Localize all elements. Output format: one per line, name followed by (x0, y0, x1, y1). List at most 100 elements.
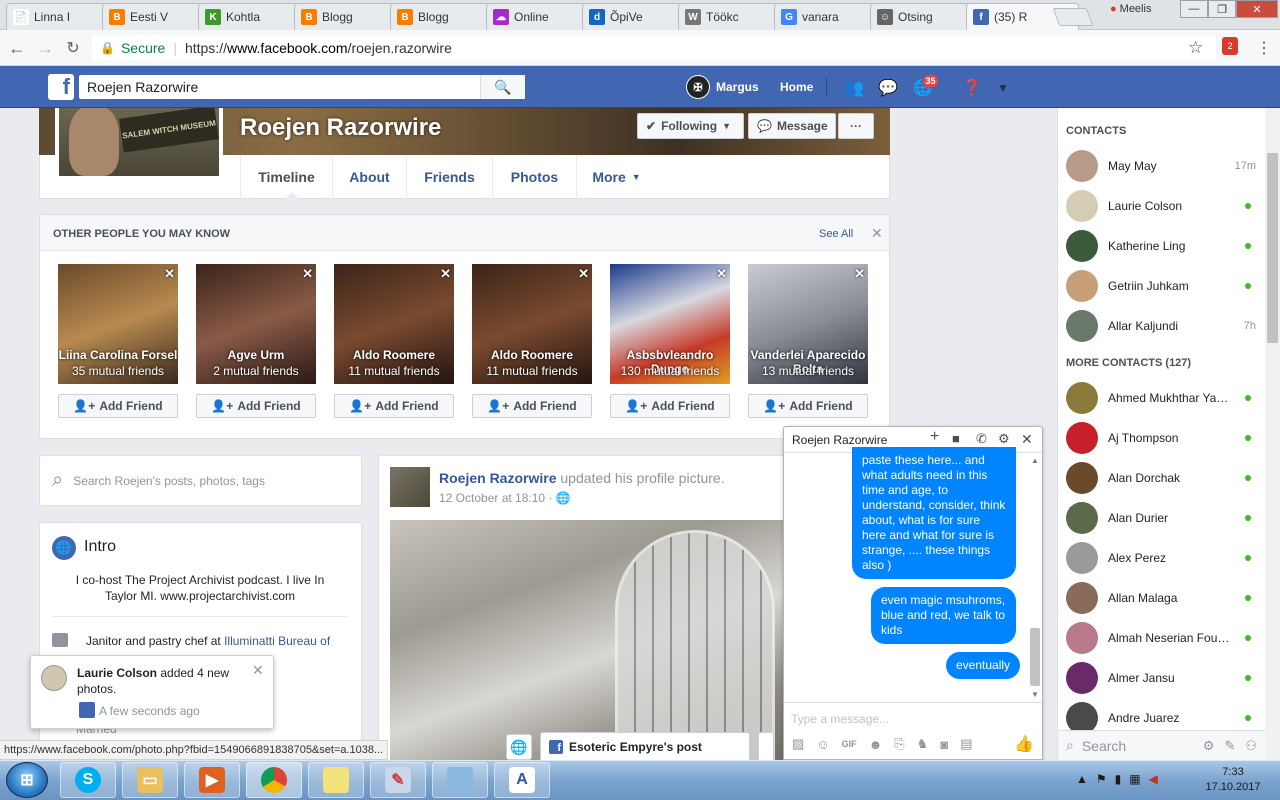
close-icon[interactable]: ✕ (716, 266, 727, 282)
contact-item[interactable]: Allar Kaljundi 7h (1066, 308, 1256, 344)
home-link[interactable]: Home (780, 80, 813, 94)
pymk-card[interactable]: ✕ Asbsbvleandro Dungo 130 mutual friends (610, 264, 730, 384)
post-author-link[interactable]: Roejen Razorwire (439, 470, 556, 486)
message-button[interactable]: 💬 Message (748, 113, 836, 139)
pymk-mutual[interactable]: 130 mutual friends (610, 364, 730, 378)
add-friend-button[interactable]: 👤+ Add Friend (334, 394, 454, 418)
pymk-mutual[interactable]: 13 mutual friends (748, 364, 868, 378)
chat-tab-esoteric[interactable]: f Esoteric Empyre's post (540, 732, 750, 762)
notepad-icon[interactable] (432, 762, 488, 798)
close-icon[interactable]: ✕ (1021, 431, 1033, 448)
globe-icon[interactable]: 🌐 (506, 734, 532, 760)
add-friend-button[interactable]: 👤+ Add Friend (196, 394, 316, 418)
show-hidden-icons-icon[interactable]: ▲ (1076, 772, 1088, 786)
add-friend-button[interactable]: 👤+ Add Friend (748, 394, 868, 418)
facebook-logo-icon[interactable]: f (48, 74, 74, 100)
contact-item[interactable]: Laurie Colson (1066, 188, 1256, 224)
scroll-down-icon[interactable]: ▼ (1031, 690, 1039, 699)
chat-message-input[interactable]: Type a message... (791, 712, 889, 726)
address-bar[interactable]: 🔒 Secure | https://www.facebook.com/roej… (92, 35, 1216, 61)
gif-icon[interactable]: GIF (842, 739, 857, 749)
user-profile-link[interactable]: ✠ Margus (686, 75, 759, 99)
close-icon[interactable]: ✕ (302, 266, 313, 282)
add-friend-button[interactable]: 👤+ Add Friend (472, 394, 592, 418)
close-icon[interactable]: ✕ (164, 266, 175, 282)
camera-icon[interactable]: ◙ (940, 737, 948, 752)
pymk-mutual[interactable]: 35 mutual friends (58, 364, 178, 378)
contact-item[interactable]: Aj Thompson (1066, 420, 1256, 456)
media-player-icon[interactable]: ▶ (184, 762, 240, 798)
more-options-button[interactable]: ··· (838, 113, 874, 139)
contact-item[interactable]: Alan Durier (1066, 500, 1256, 536)
voice-call-icon[interactable]: ✆ (976, 431, 987, 447)
search-icon[interactable]: 🔍 (480, 75, 525, 99)
close-icon[interactable]: ✕ (871, 225, 883, 242)
attach-icon[interactable]: ⎘ (894, 736, 904, 752)
profile-search-input[interactable]: ⌕ Search Roejen's posts, photos, tags (39, 455, 362, 506)
contact-item[interactable]: Almer Jansu (1066, 660, 1256, 696)
new-tab-button[interactable] (1052, 8, 1094, 26)
add-person-icon[interactable]: + (930, 428, 939, 446)
contact-item[interactable]: Allan Malaga (1066, 580, 1256, 616)
sticky-notes-icon[interactable] (308, 762, 364, 798)
chat-scroll-thumb[interactable] (1030, 628, 1040, 686)
sticker-icon[interactable]: ☺ (816, 737, 829, 752)
battery-icon[interactable]: ▮ (1115, 772, 1122, 786)
paint-icon[interactable]: ✎ (370, 762, 426, 798)
like-icon[interactable]: 👍 (1014, 734, 1034, 754)
contact-item[interactable]: Almah Neserian Fouch (1066, 620, 1256, 656)
tab-friends[interactable]: Friends (406, 155, 492, 199)
start-button[interactable]: ⊞ (6, 762, 48, 798)
bookmark-star-icon[interactable]: ☆ (1188, 38, 1203, 58)
volume-icon[interactable]: ◀ (1149, 772, 1158, 786)
page-scroll-thumb[interactable] (1267, 153, 1278, 343)
close-icon[interactable]: ✕ (252, 662, 264, 679)
scroll-up-icon[interactable]: ▲ (1031, 456, 1039, 465)
see-all-link[interactable]: See All (819, 228, 853, 240)
pymk-name[interactable]: Liina Carolina Forsel (58, 348, 178, 362)
file-explorer-icon[interactable]: ▭ (122, 762, 178, 798)
post-timestamp[interactable]: 12 October at 18:10 · 🌐 (439, 491, 571, 505)
post-author-avatar[interactable] (390, 467, 430, 507)
browser-profile[interactable]: ● Meelis (1110, 0, 1176, 18)
group-icon[interactable]: ⚇ (1245, 738, 1257, 754)
post-image[interactable] (390, 520, 788, 765)
contact-item[interactable]: Katherine Ling (1066, 228, 1256, 264)
wordpad-icon[interactable]: A (494, 762, 550, 798)
close-icon[interactable]: ✕ (854, 266, 865, 282)
settings-gear-icon[interactable]: ⚙ (998, 431, 1010, 447)
tab-about[interactable]: About (332, 155, 406, 199)
tab-more[interactable]: More ▼ (576, 155, 656, 199)
compose-icon[interactable]: ✎ (1224, 738, 1235, 754)
pymk-mutual[interactable]: 11 mutual friends (472, 364, 592, 378)
following-button[interactable]: ✔ Following ▼ (637, 113, 744, 139)
friend-requests-icon[interactable]: 👥 (843, 77, 865, 99)
reload-icon[interactable]: ↻ (62, 37, 84, 59)
skype-icon[interactable]: S (60, 762, 116, 798)
add-friend-button[interactable]: 👤+ Add Friend (58, 394, 178, 418)
settings-gear-icon[interactable]: ⚙ (1203, 738, 1215, 754)
close-icon[interactable]: ✕ (578, 266, 589, 282)
profile-name[interactable]: Roejen Razorwire (240, 114, 441, 142)
job-link[interactable]: Illuminatti Bureau of (224, 634, 330, 648)
forward-icon[interactable]: → (34, 37, 56, 59)
game-icon[interactable]: ♞ (917, 736, 929, 752)
pymk-card[interactable]: ✕ Vanderlei Aparecido Bolta 13 mutual frie… (748, 264, 868, 384)
chat-tab-extra[interactable] (758, 732, 774, 762)
emoji-icon[interactable]: ☻ (869, 737, 883, 752)
pymk-card[interactable]: ✕ Aldo Roomere 11 mutual friends (334, 264, 454, 384)
tab-photos[interactable]: Photos (492, 155, 576, 199)
add-friend-button[interactable]: 👤+ Add Friend (610, 394, 730, 418)
contact-item[interactable]: May May 17m (1066, 148, 1256, 184)
chrome-icon[interactable] (246, 762, 302, 798)
photo-icon[interactable]: ▨ (792, 736, 804, 752)
contact-item[interactable]: Alan Dorchak (1066, 460, 1256, 496)
network-icon[interactable]: ▦ (1129, 772, 1140, 786)
contacts-search-input[interactable]: ⌕ Search ⚙ ✎ ⚇ (1058, 730, 1265, 760)
pymk-name[interactable]: Aldo Roomere (472, 348, 592, 362)
back-icon[interactable]: ← (6, 37, 28, 59)
minimize-button[interactable]: — (1180, 0, 1208, 18)
help-icon[interactable]: ❓ (961, 77, 983, 99)
contact-item[interactable]: Ahmed Mukhthar Yac... (1066, 380, 1256, 416)
close-icon[interactable]: ✕ (440, 266, 451, 282)
